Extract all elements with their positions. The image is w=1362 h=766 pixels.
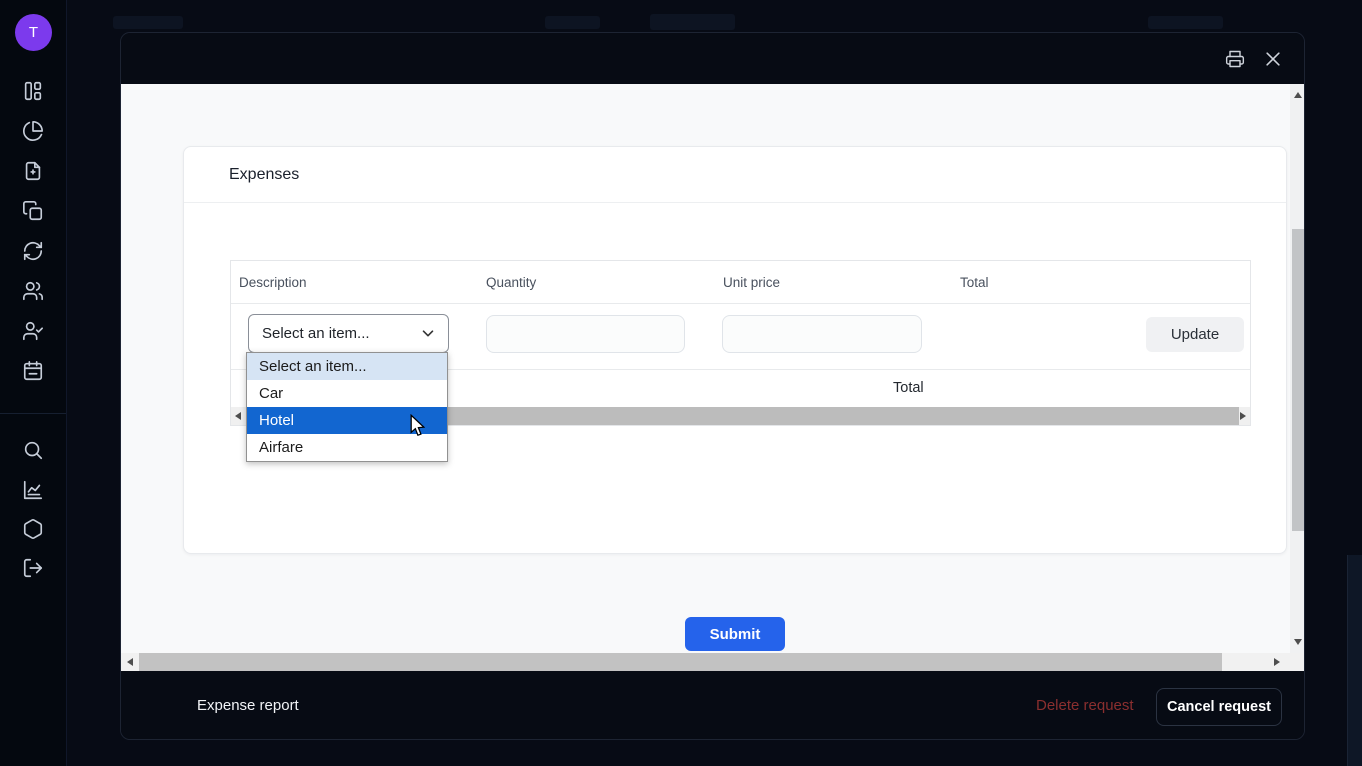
print-icon[interactable]: [1225, 49, 1245, 69]
background-dim-item: [1148, 16, 1223, 29]
expense-report-title: Expense report: [197, 671, 299, 740]
scroll-right-arrow[interactable]: [1236, 407, 1250, 425]
scroll-left-arrow[interactable]: [123, 653, 137, 671]
avatar[interactable]: T: [15, 14, 52, 51]
quantity-input[interactable]: [486, 315, 685, 353]
scroll-down-arrow[interactable]: [1294, 639, 1302, 645]
expenses-title: Expenses: [229, 147, 299, 203]
background-dim-item: [650, 14, 735, 30]
copy-icon[interactable]: [22, 200, 44, 222]
delete-request-link[interactable]: Delete request: [1036, 671, 1134, 740]
expenses-table-header: Description Quantity Unit price Total: [231, 261, 1250, 304]
file-plus-icon[interactable]: [22, 160, 44, 182]
scroll-up-arrow[interactable]: [1294, 92, 1302, 98]
sidebar-divider: [0, 413, 66, 414]
unit-price-input[interactable]: [722, 315, 922, 353]
column-header-description: Description: [239, 261, 307, 304]
sidebar: T: [0, 0, 67, 766]
total-label: Total: [893, 370, 924, 407]
scrollbar-thumb[interactable]: [139, 653, 1222, 671]
logout-icon[interactable]: [22, 557, 44, 579]
calendar-icon[interactable]: [22, 360, 44, 382]
user-check-icon[interactable]: [22, 320, 44, 342]
modal-content: Expenses Description Quantity Unit price…: [121, 84, 1305, 653]
dropdown-option-car[interactable]: Car: [247, 380, 447, 407]
background-card-edge: [1347, 555, 1362, 766]
background-dim-item: [545, 16, 600, 29]
hexagon-icon[interactable]: [22, 518, 44, 540]
description-select-value: Select an item...: [262, 315, 370, 352]
dropdown-option-hotel[interactable]: Hotel: [247, 407, 447, 434]
cancel-request-button[interactable]: Cancel request: [1156, 688, 1282, 726]
description-dropdown-list: Select an item... Car Hotel Airfare: [246, 352, 448, 462]
refresh-icon[interactable]: [22, 240, 44, 262]
chevron-down-icon: [419, 324, 437, 342]
search-icon[interactable]: [22, 439, 44, 461]
dashboard-icon[interactable]: [22, 80, 44, 102]
users-icon[interactable]: [22, 280, 44, 302]
expenses-card-header: Expenses: [184, 147, 1286, 203]
background-dim-item: [113, 16, 183, 29]
scrollbar-thumb[interactable]: [1292, 229, 1304, 531]
pie-chart-icon[interactable]: [22, 120, 44, 142]
column-header-quantity: Quantity: [486, 261, 536, 304]
modal-vertical-scrollbar[interactable]: [1290, 84, 1305, 653]
expense-report-modal: Expenses Description Quantity Unit price…: [120, 32, 1305, 740]
dropdown-option-select-an-item[interactable]: Select an item...: [247, 353, 447, 380]
scrollbar-thumb[interactable]: [341, 407, 1239, 425]
app-root: T: [0, 0, 1362, 766]
modal-footer: Expense report Delete request Cancel req…: [121, 671, 1305, 740]
modal-horizontal-scrollbar[interactable]: [121, 653, 1305, 671]
update-button[interactable]: Update: [1146, 317, 1244, 352]
column-header-total: Total: [960, 261, 989, 304]
scroll-right-arrow[interactable]: [1270, 653, 1284, 671]
modal-titlebar: [121, 33, 1304, 84]
expenses-card: Expenses Description Quantity Unit price…: [183, 146, 1287, 554]
close-icon[interactable]: [1263, 49, 1283, 69]
dropdown-option-airfare[interactable]: Airfare: [247, 434, 447, 461]
submit-button[interactable]: Submit: [685, 617, 785, 651]
description-select[interactable]: Select an item...: [248, 314, 449, 353]
chart-icon[interactable]: [22, 479, 44, 501]
scroll-left-arrow[interactable]: [231, 407, 245, 425]
column-header-unit-price: Unit price: [723, 261, 780, 304]
